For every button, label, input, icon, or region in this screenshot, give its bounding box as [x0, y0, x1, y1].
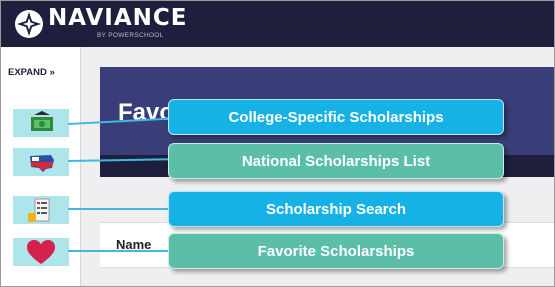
compass-star-icon[interactable]	[14, 9, 44, 39]
callout-scholarship-search: Scholarship Search	[168, 191, 504, 227]
sidebar-item-national-scholarships[interactable]	[13, 148, 69, 176]
callout-college-specific-scholarships: College-Specific Scholarships	[168, 99, 504, 135]
callout-connector	[68, 250, 170, 252]
brand-subtitle: BY POWERSCHOOL	[97, 32, 164, 39]
callout-favorite-scholarships: Favorite Scholarships	[168, 233, 504, 269]
sidebar-item-favorite-scholarships[interactable]	[13, 238, 69, 266]
expand-sidebar-button[interactable]: EXPAND »	[8, 67, 55, 78]
sidebar-item-college-specific-scholarships[interactable]	[13, 109, 69, 137]
sidebar-item-scholarship-search[interactable]	[13, 196, 69, 224]
heart-icon	[27, 240, 55, 264]
callout-connector	[68, 208, 170, 210]
brand-logo-text[interactable]: NAVIANCE	[48, 5, 188, 31]
college-money-icon	[31, 111, 53, 131]
callout-national-scholarships-list: National Scholarships List	[168, 143, 504, 179]
top-navigation-bar: NAVIANCE BY POWERSCHOOL	[1, 1, 554, 47]
us-flag-map-icon	[30, 155, 54, 172]
scholarship-list-icon	[28, 198, 50, 222]
